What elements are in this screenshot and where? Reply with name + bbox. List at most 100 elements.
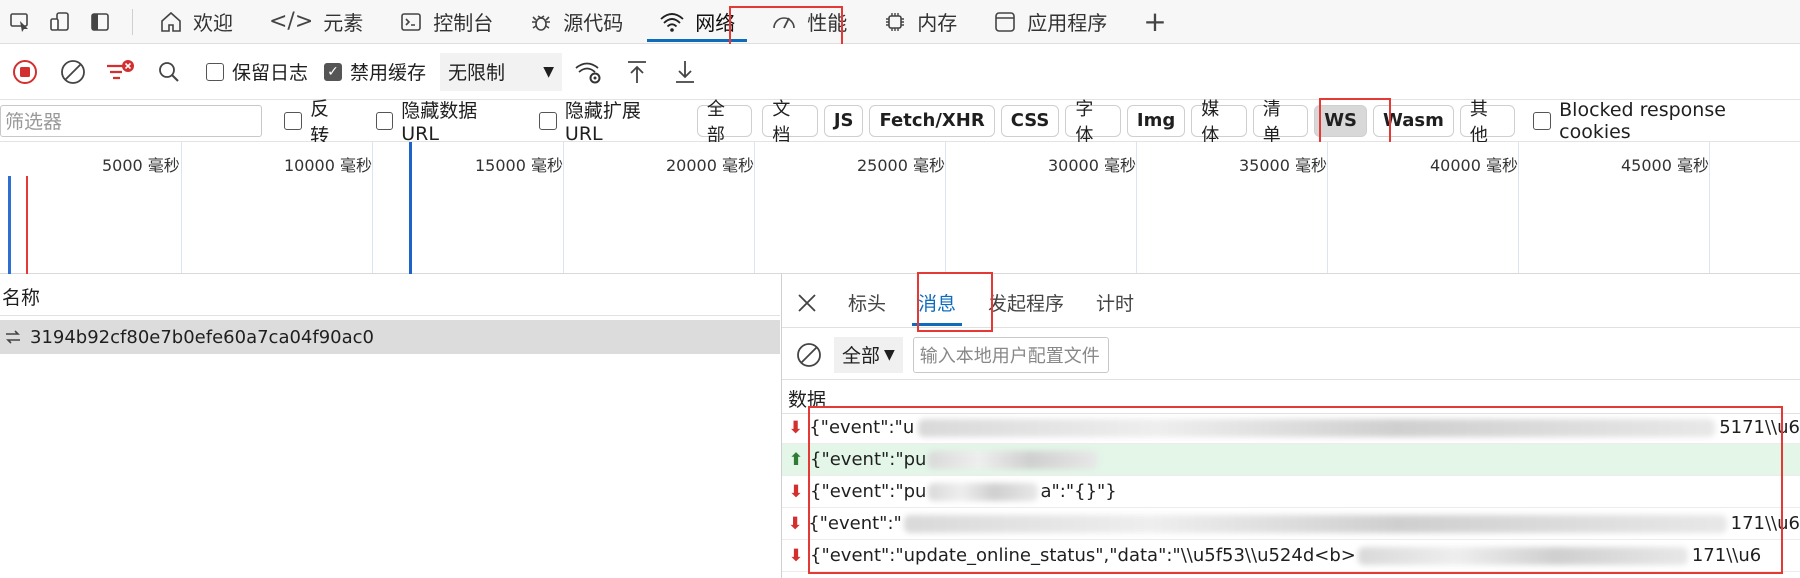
timeline-label: 35000 毫秒 [1239, 156, 1327, 175]
tab-console[interactable]: 控制台 [381, 0, 511, 44]
timeline-gridline [1709, 142, 1710, 273]
timeline-label: 10000 毫秒 [284, 156, 372, 175]
import-har-button[interactable] [616, 51, 658, 93]
tab-memory[interactable]: 内存 [865, 0, 975, 44]
hide-ext-url-checkbox[interactable]: 隐藏扩展 URL [539, 96, 683, 145]
clear-button[interactable] [52, 51, 94, 93]
message-row[interactable]: ⬇ {"event":"pu a":"{}"} [782, 476, 1800, 508]
close-detail-button[interactable] [782, 278, 832, 328]
preserve-log-checkbox[interactable]: 保留日志 [206, 58, 308, 85]
data-column-header[interactable]: 数据 [782, 384, 1800, 414]
timeline-gridline [563, 142, 564, 273]
message-row[interactable]: ⬇ {"event":"u 5171\\u6 [782, 412, 1800, 444]
filter-toggle-button[interactable] [100, 51, 142, 93]
message-row[interactable]: ⬇ {"event":" 171\\u6 [782, 508, 1800, 540]
timeline-gridline [945, 142, 946, 273]
message-text-end: 5171\\u6 [1719, 417, 1800, 438]
app-icon [995, 11, 1016, 32]
filter-chip-css[interactable]: CSS [1000, 104, 1060, 137]
filter-chip-other[interactable]: 其他 [1459, 99, 1516, 146]
filter-chip-all[interactable]: 全部 [696, 99, 753, 146]
timeline-gridline [1136, 142, 1137, 273]
search-button[interactable] [148, 51, 190, 93]
tab-network[interactable]: 网络 [641, 0, 753, 44]
caret-down-icon: ▼ [543, 63, 555, 80]
checkbox-box[interactable] [284, 111, 303, 130]
tab-welcome[interactable]: 欢迎 [141, 0, 251, 44]
network-conditions-button[interactable] [568, 51, 610, 93]
timeline-label: 20000 毫秒 [666, 156, 754, 175]
request-row[interactable]: 3194b92cf80e7b0efe60a7ca04f90ac0 [0, 320, 780, 354]
timeline-gridline [754, 142, 755, 273]
filter-chip-manifest[interactable]: 清单 [1252, 99, 1309, 146]
tab-application[interactable]: 应用程序 [975, 0, 1125, 44]
filter-input[interactable]: 筛选器 [0, 104, 263, 137]
tab-messages[interactable]: 消息 [902, 278, 972, 328]
filter-chip-doc[interactable]: 文档 [762, 99, 818, 146]
checkbox-box[interactable] [539, 111, 557, 130]
filter-chip-ws[interactable]: WS [1314, 104, 1368, 137]
wifi-icon [660, 12, 684, 32]
filter-chip-js[interactable]: JS [823, 104, 864, 137]
code-icon: </> [269, 9, 314, 34]
throttle-select[interactable]: 无限制 ▼ [440, 52, 563, 91]
message-filter-input[interactable]: 输入本地用户配置文件 [912, 336, 1109, 373]
network-toolbar: 保留日志 禁用缓存 无限制 ▼ [0, 44, 1800, 100]
timeline-label: 45000 毫秒 [1621, 156, 1709, 175]
clear-messages-button[interactable] [794, 340, 824, 370]
hide-data-url-checkbox[interactable]: 隐藏数据 URL [375, 96, 520, 145]
timeline-label: 15000 毫秒 [475, 156, 563, 175]
inspect-icon[interactable] [0, 0, 40, 44]
tab-headers[interactable]: 标头 [832, 278, 902, 328]
timeline-label: 30000 毫秒 [1048, 156, 1136, 175]
message-text-start: {"event":" [808, 513, 902, 534]
message-text-start: {"event":"update_online_status","data":"… [810, 545, 1356, 566]
message-filter-bar: 全部 ▼ 输入本地用户配置文件 [782, 330, 1800, 380]
record-button[interactable] [4, 51, 46, 93]
tab-performance[interactable]: 性能 [753, 0, 865, 44]
plus-icon: + [1143, 5, 1167, 38]
tab-elements[interactable]: </> 元素 [251, 0, 381, 44]
timeline-label: 5000 毫秒 [102, 156, 180, 175]
timeline-label: 25000 毫秒 [857, 156, 945, 175]
timeline-label: 40000 毫秒 [1430, 156, 1518, 175]
timeline-overview[interactable]: 5000 毫秒 10000 毫秒 15000 毫秒 20000 毫秒 25000… [0, 142, 1800, 274]
websocket-icon [6, 330, 20, 344]
filter-chip-fetch[interactable]: Fetch/XHR [869, 104, 995, 137]
name-column-header[interactable]: 名称 [0, 278, 780, 316]
filter-chip-img[interactable]: Img [1126, 104, 1186, 137]
message-text-start: {"event":"u [809, 417, 915, 438]
arrow-down-icon: ⬇ [788, 417, 803, 438]
checkbox-box[interactable] [206, 62, 224, 81]
dock-side-icon[interactable] [80, 0, 120, 44]
add-tab-button[interactable]: + [1125, 0, 1184, 44]
checkbox-box[interactable] [375, 111, 394, 130]
device-emulation-icon[interactable] [40, 0, 80, 44]
clear-icon [61, 59, 85, 84]
redacted-content [928, 450, 1099, 469]
tab-initiator[interactable]: 发起程序 [972, 278, 1080, 328]
filter-chip-font[interactable]: 字体 [1065, 99, 1121, 146]
devtools-tabbar: 欢迎 </> 元素 控制台 源代码 网络 性能 内存 应用程序 + [0, 0, 1800, 44]
message-text-end: 171\\u6 [1730, 513, 1800, 534]
message-type-select[interactable]: 全部 ▼ [834, 336, 903, 373]
filter-chip-wasm[interactable]: Wasm [1373, 104, 1454, 137]
filter-chip-media[interactable]: 媒体 [1191, 99, 1247, 146]
checkbox-box-checked[interactable] [324, 62, 343, 81]
invert-checkbox[interactable]: 反转 [284, 94, 347, 148]
checkbox-box[interactable] [1533, 111, 1552, 130]
tab-sources[interactable]: 源代码 [511, 0, 641, 44]
message-row[interactable]: ⬆ {"event":"pu [782, 444, 1800, 476]
message-text-start: {"event":"pu [810, 449, 927, 470]
export-har-button[interactable] [664, 51, 706, 93]
arrow-down-icon: ⬇ [788, 481, 804, 502]
tab-timing[interactable]: 计时 [1080, 278, 1150, 328]
disable-cache-checkbox[interactable]: 禁用缓存 [324, 58, 426, 85]
detail-tabs: 标头 消息 发起程序 计时 [782, 278, 1800, 328]
blocked-cookies-checkbox[interactable]: Blocked response cookies [1533, 99, 1800, 143]
chip-icon [886, 12, 905, 31]
caret-down-icon: ▼ [884, 346, 895, 363]
timeline-gridline [1518, 142, 1519, 273]
message-row[interactable]: ⬇ {"event":"update_online_status","data"… [782, 540, 1800, 572]
divider [132, 8, 133, 35]
